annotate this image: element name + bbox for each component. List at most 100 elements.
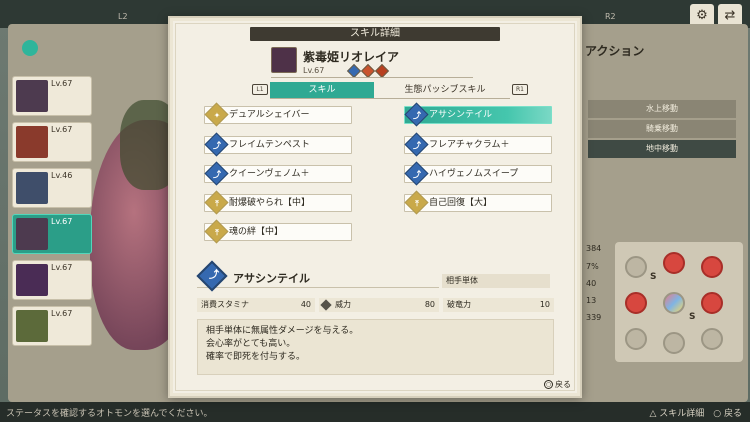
- monster-roster: Lv.67 Lv.67 Lv.46 Lv.67 Lv.67 Lv.67: [12, 76, 92, 352]
- skill-glyph-icon: ⤴: [413, 141, 421, 150]
- wheel-label: S: [689, 312, 696, 322]
- action-label: アクション: [585, 44, 645, 58]
- description-line: 相手単体に無属性ダメージを与える。: [206, 326, 359, 336]
- selected-skill-name: アサシンテイル: [233, 272, 310, 285]
- skill-glyph-icon: ⤴: [213, 170, 221, 179]
- element-icon: [360, 63, 376, 79]
- back-hint-bottom[interactable]: 戻る: [724, 409, 742, 419]
- roster-level: Lv.67: [51, 217, 73, 226]
- movement-item: 水上移動: [588, 100, 736, 118]
- wheel-label: S: [650, 272, 657, 282]
- wheel-slot: [625, 292, 647, 314]
- skill-glyph-icon: ⤒: [215, 228, 219, 237]
- roster-card[interactable]: Lv.46: [12, 168, 92, 208]
- movement-list: 水上移動 騎乗移動 地中移動: [588, 100, 736, 160]
- roster-card[interactable]: Lv.67: [12, 306, 92, 346]
- stat-value: 40: [586, 279, 597, 288]
- skill-label: 自己回復【大】: [429, 198, 493, 208]
- wheel-center: [663, 292, 685, 314]
- power-label: 威力: [335, 300, 351, 309]
- stat-value: 339: [586, 313, 602, 322]
- stat-value: 384: [586, 244, 602, 253]
- skill-label: クイーンヴェノム＋: [229, 169, 310, 179]
- stat-value: 13: [586, 296, 597, 305]
- monster-thumb: [16, 80, 48, 112]
- skill-glyph-icon: ✦: [213, 111, 221, 120]
- dialog-title: スキル詳細: [350, 28, 400, 39]
- monster-name: 紫毒姫リオレイア: [303, 50, 400, 64]
- wheel-slot: [625, 328, 647, 350]
- stamina-value: 40: [300, 300, 311, 309]
- wheel-slot: [701, 256, 723, 278]
- power-value: 80: [424, 300, 435, 309]
- skill-item[interactable]: ⤒ 自己回復【大】: [404, 190, 552, 215]
- monster-thumb: [16, 172, 48, 204]
- element-icon: [346, 63, 362, 79]
- skill-glyph-icon: ⤒: [415, 199, 419, 208]
- skill-stats: 消費スタミナ 40 威力 80 破竜力 10: [197, 298, 554, 312]
- monster-thumb: [16, 218, 48, 250]
- r1-button[interactable]: R1: [512, 84, 528, 95]
- l1-button[interactable]: L1: [252, 84, 268, 95]
- skill-glyph-icon: ⤴: [413, 111, 421, 120]
- skill-target: 相手単体: [442, 274, 550, 288]
- tab-skills[interactable]: スキル: [270, 82, 374, 98]
- skill-item[interactable]: ⤒ 魂の絆【中】: [204, 219, 352, 244]
- skill-label: フレアチャクラム＋: [429, 140, 510, 150]
- roster-level: Lv.46: [51, 171, 73, 180]
- roster-level: Lv.67: [51, 263, 73, 272]
- description-line: 確率で即死を付与する。: [206, 352, 306, 362]
- description-line: 会心率がとても高い。: [206, 339, 296, 349]
- monster-thumb: [16, 126, 48, 158]
- skill-item[interactable]: ✦ デュアルシェイバー: [204, 102, 352, 127]
- skill-item[interactable]: ⤒ 耐爆破やられ【中】: [204, 190, 352, 215]
- stamina-label: 消費スタミナ: [201, 300, 249, 309]
- bottom-action-hints: △ スキル詳細 ○ 戻る: [649, 409, 742, 419]
- skill-label: 魂の絆【中】: [229, 227, 284, 237]
- skill-item[interactable]: ⤴ フレイムテンペスト: [204, 132, 352, 157]
- wheel-slot: [701, 292, 723, 314]
- power-icon: [320, 299, 332, 311]
- roster-level: Lv.67: [51, 79, 73, 88]
- power: 威力 80: [319, 298, 439, 312]
- divider: [270, 98, 510, 99]
- l2-button[interactable]: L2: [118, 12, 128, 21]
- skill-label: フレイムテンペスト: [229, 140, 310, 150]
- skill-description: 相手単体に無属性ダメージを与える。 会心率がとても高い。 確率で即死を付与する。: [197, 319, 554, 375]
- break-label: 破竜力: [447, 300, 471, 309]
- roster-card-active[interactable]: Lv.67: [12, 214, 92, 254]
- back-label: 戻る: [555, 380, 571, 389]
- monster-portrait: [271, 47, 297, 73]
- break-value: 10: [539, 300, 550, 309]
- roster-card[interactable]: Lv.67: [12, 76, 92, 116]
- monster-thumb: [16, 310, 48, 342]
- monster-level: Lv.67: [303, 66, 325, 75]
- element-icon: [374, 63, 390, 79]
- skill-item[interactable]: ⤴ ハイヴェノムスイープ: [404, 161, 552, 186]
- wheel-slot: [663, 252, 685, 274]
- skill-wheel[interactable]: S S: [615, 242, 743, 362]
- r2-button[interactable]: R2: [605, 12, 616, 21]
- wheel-slot: [625, 256, 647, 278]
- tab-passive-skills[interactable]: 生態パッシブスキル: [380, 82, 510, 98]
- stat-value: 7%: [586, 262, 599, 271]
- back-button[interactable]: ○ 戻る: [544, 379, 571, 390]
- skill-detail-header: ⤴ アサシンテイル: [196, 260, 439, 292]
- roster-level: Lv.67: [51, 309, 73, 318]
- skill-label: デュアルシェイバー: [229, 110, 310, 120]
- skill-item[interactable]: ⤴ フレアチャクラム＋: [404, 132, 552, 157]
- bottom-hint-text: ステータスを確認するオトモンを選んでください。: [6, 409, 213, 419]
- skill-label: アサシンテイル: [429, 110, 493, 120]
- skill-detail-hint[interactable]: スキル詳細: [659, 409, 704, 419]
- movement-item: 地中移動: [588, 140, 736, 158]
- bottom-hint-bar: ステータスを確認するオトモンを選んでください。 △ スキル詳細 ○ 戻る: [0, 402, 750, 422]
- movement-item: 騎乗移動: [588, 120, 736, 138]
- skill-item-selected[interactable]: ⤴ アサシンテイル: [404, 102, 552, 127]
- skill-glyph-icon: ⤴: [213, 141, 221, 150]
- divider: [271, 77, 473, 78]
- skill-item[interactable]: ⤴ クイーンヴェノム＋: [204, 161, 352, 186]
- break-power: 破竜力 10: [443, 298, 554, 312]
- skill-glyph-icon: ⤒: [215, 199, 219, 208]
- roster-card[interactable]: Lv.67: [12, 260, 92, 300]
- roster-card[interactable]: Lv.67: [12, 122, 92, 162]
